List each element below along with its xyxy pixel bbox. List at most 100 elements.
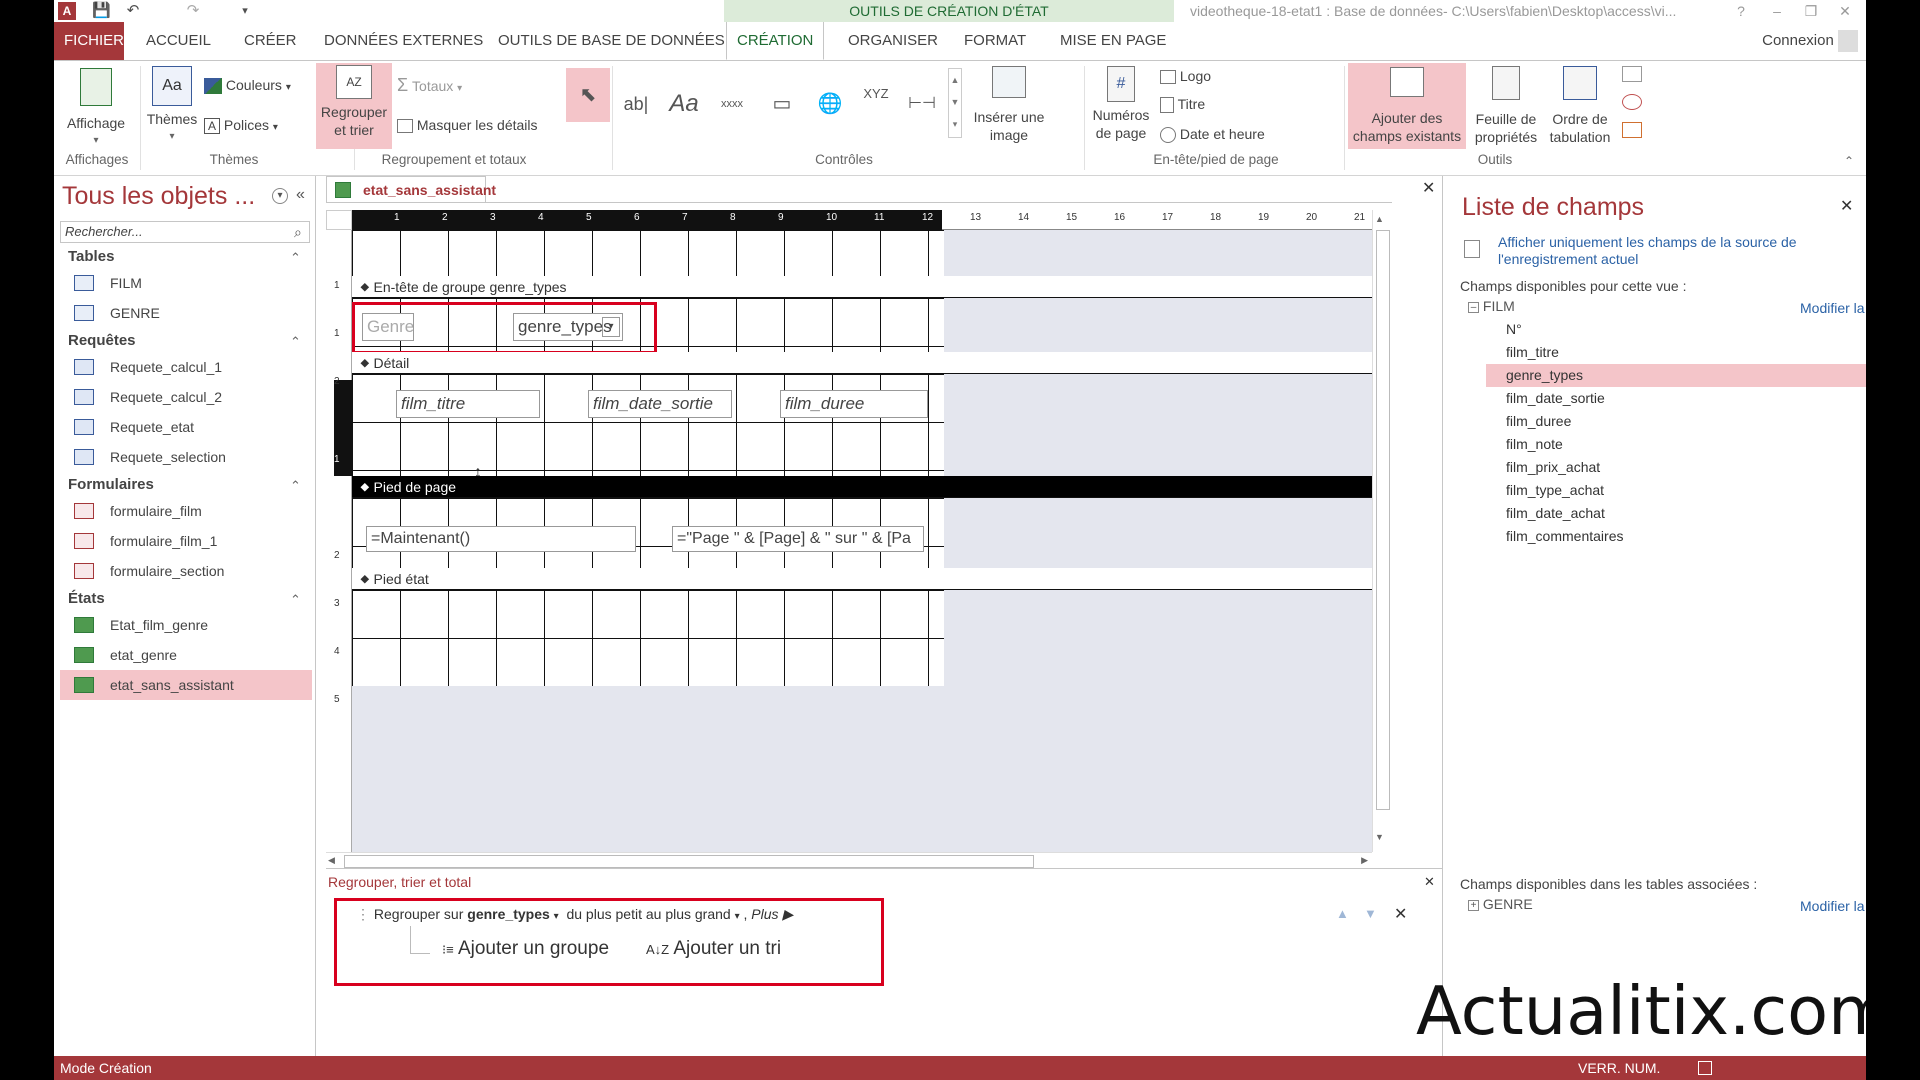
search-icon[interactable]: ⌕: [294, 224, 302, 241]
report-selector[interactable]: [326, 210, 352, 230]
scroll-right-icon[interactable]: ▶: [1361, 855, 1368, 866]
modify-table-link[interactable]: Modifier la table: [1800, 300, 1866, 316]
tab-control-icon[interactable]: ▭: [760, 84, 804, 124]
nav-search-input[interactable]: Rechercher...: [60, 221, 310, 243]
connexion-link[interactable]: Connexion: [1762, 22, 1858, 60]
tab-creer[interactable]: CRÉER: [234, 22, 307, 60]
restore-button[interactable]: ❐: [1798, 0, 1824, 22]
nav-item-table[interactable]: GENRE: [60, 298, 312, 328]
close-field-list-icon[interactable]: ✕: [1840, 196, 1853, 216]
tab-fichier[interactable]: FICHIER: [54, 22, 124, 60]
date-expression-textbox[interactable]: =Maintenant(): [366, 526, 636, 552]
section-bar-report-footer[interactable]: ⯁ Pied état: [352, 568, 1372, 590]
convert-macros-icon[interactable]: [1622, 122, 1642, 138]
nav-item-report-selected[interactable]: etat_sans_assistant: [60, 670, 312, 700]
nav-section-tables[interactable]: Tables: [68, 248, 114, 265]
expand-node-icon[interactable]: +: [1468, 899, 1479, 911]
nav-section-requetes[interactable]: Requêtes: [68, 332, 136, 349]
affichage-button[interactable]: Affichage ▾: [56, 66, 136, 150]
vertical-ruler[interactable]: 1 1 2 1 1 2 3 4 5: [326, 230, 352, 852]
design-view-icon[interactable]: [1698, 1061, 1712, 1075]
film-date-sortie-textbox[interactable]: film_date_sortie: [588, 390, 732, 418]
navigation-control-icon[interactable]: XYZ: [854, 84, 898, 124]
scroll-down-icon[interactable]: ▼: [1375, 832, 1384, 842]
section-bar-page-footer[interactable]: ⯁ Pied de page: [352, 476, 1372, 498]
field-item[interactable]: film_date_achat: [1486, 502, 1866, 525]
collapse-ribbon-icon[interactable]: ⌃: [1844, 154, 1854, 168]
inserer-image-button[interactable]: Insérer une image: [966, 66, 1052, 150]
tab-format[interactable]: FORMAT: [954, 22, 1036, 60]
scroll-left-icon[interactable]: ◀: [328, 855, 335, 866]
save-icon[interactable]: 💾: [92, 2, 111, 20]
themes-button[interactable]: Aa Thèmes ▾: [144, 66, 200, 150]
nav-item-form[interactable]: formulaire_film: [60, 496, 312, 526]
film-duree-textbox[interactable]: film_duree: [780, 390, 928, 418]
collapse-requetes-icon[interactable]: ⌃: [290, 334, 301, 350]
nav-item-form[interactable]: formulaire_section: [60, 556, 312, 586]
field-item[interactable]: N°: [1486, 318, 1866, 341]
undo-icon[interactable]: ↶: [124, 2, 142, 20]
tab-outils-bdd[interactable]: OUTILS DE BASE DE DONNÉES: [488, 22, 735, 60]
section-bar-group-header[interactable]: ⯁ En-tête de groupe genre_types: [352, 276, 1372, 298]
select-pointer-icon[interactable]: ⬉: [566, 68, 610, 122]
move-up-icon[interactable]: ▲: [1336, 906, 1349, 921]
nav-item-form[interactable]: formulaire_film_1: [60, 526, 312, 556]
logo-button[interactable]: Logo: [1160, 66, 1211, 86]
nav-section-formulaires[interactable]: Formulaires: [68, 476, 154, 493]
close-window-button[interactable]: ✕: [1832, 0, 1858, 22]
nav-section-etats[interactable]: États: [68, 590, 105, 607]
field-item[interactable]: film_type_achat: [1486, 479, 1866, 502]
scroll-up-icon[interactable]: ▲: [1375, 214, 1384, 224]
polices-button[interactable]: A Polices ▾: [204, 115, 278, 138]
section-bar-detail[interactable]: ⯁ Détail: [352, 352, 1372, 374]
nav-pane-title[interactable]: Tous les objets ...: [62, 182, 255, 211]
field-item[interactable]: film_note: [1486, 433, 1866, 456]
page-expression-textbox[interactable]: ="Page " & [Page] & " sur " & [Pa: [672, 526, 924, 552]
nav-item-query[interactable]: Requete_calcul_1: [60, 352, 312, 382]
subform-icon[interactable]: [1622, 66, 1642, 82]
nav-item-report[interactable]: etat_genre: [60, 640, 312, 670]
controls-gallery-scroller[interactable]: ▲ ▼ ▾: [948, 68, 962, 138]
nav-menu-chevron-icon[interactable]: ▾: [272, 188, 288, 204]
field-item[interactable]: film_commentaires: [1486, 525, 1866, 548]
field-item[interactable]: film_prix_achat: [1486, 456, 1866, 479]
close-document-icon[interactable]: ✕: [1422, 178, 1435, 198]
field-item[interactable]: film_duree: [1486, 410, 1866, 433]
label-control-icon[interactable]: Aa: [662, 84, 706, 124]
collapse-formulaires-icon[interactable]: ⌃: [290, 478, 301, 494]
tab-donnees-externes[interactable]: DONNÉES EXTERNES: [314, 22, 493, 60]
date-heure-button[interactable]: Date et heure: [1160, 124, 1265, 144]
page-break-control-icon[interactable]: ⊢⊣: [900, 84, 944, 124]
nav-item-query[interactable]: Requete_selection: [60, 442, 312, 472]
textbox-control-icon[interactable]: ab|: [614, 84, 658, 124]
nav-item-query[interactable]: Requete_etat: [60, 412, 312, 442]
nav-item-report[interactable]: Etat_film_genre: [60, 610, 312, 640]
collapse-node-icon[interactable]: –: [1468, 301, 1479, 313]
code-icon[interactable]: [1622, 94, 1642, 110]
tab-mise-en-page[interactable]: MISE EN PAGE: [1050, 22, 1176, 60]
field-item-selected[interactable]: genre_types: [1486, 364, 1866, 387]
ajouter-champs-button[interactable]: Ajouter des champs existants: [1348, 63, 1466, 149]
show-only-source-link[interactable]: Afficher uniquement les champs de la sou…: [1498, 234, 1828, 268]
nav-collapse-icon[interactable]: «: [296, 186, 305, 204]
nav-item-query[interactable]: Requete_calcul_2: [60, 382, 312, 412]
tab-accueil[interactable]: ACCUEIL: [136, 22, 221, 60]
button-control-icon[interactable]: xxxx: [710, 84, 754, 124]
numeros-page-button[interactable]: # Numéros de page: [1088, 66, 1154, 150]
regrouper-trier-button[interactable]: AZ Regrouper et trier: [316, 63, 392, 149]
redo-icon[interactable]: ↷: [184, 2, 202, 20]
couleurs-button[interactable]: Couleurs ▾: [204, 75, 291, 98]
titre-button[interactable]: Titre: [1160, 94, 1205, 114]
collapse-tables-icon[interactable]: ⌃: [290, 250, 301, 266]
minimize-button[interactable]: –: [1764, 0, 1790, 22]
tab-creation[interactable]: CRÉATION: [726, 22, 825, 60]
horizontal-ruler[interactable]: 1 2 3 4 5 6 7 8 9 10 11 12 13 14 15 16 17 18 19 20 21: [352, 210, 1372, 230]
masquer-details-button[interactable]: Masquer les détails: [397, 115, 538, 135]
ordre-tabulation-button[interactable]: Ordre de tabulation: [1544, 66, 1616, 150]
collapse-etats-icon[interactable]: ⌃: [290, 592, 301, 608]
vertical-scrollbar[interactable]: ▲ ▼: [1372, 210, 1392, 852]
help-button[interactable]: ?: [1728, 0, 1754, 22]
nav-item-table[interactable]: FILM: [60, 268, 312, 298]
field-item[interactable]: film_date_sortie: [1486, 387, 1866, 410]
hyperlink-control-icon[interactable]: 🌐: [808, 84, 852, 124]
